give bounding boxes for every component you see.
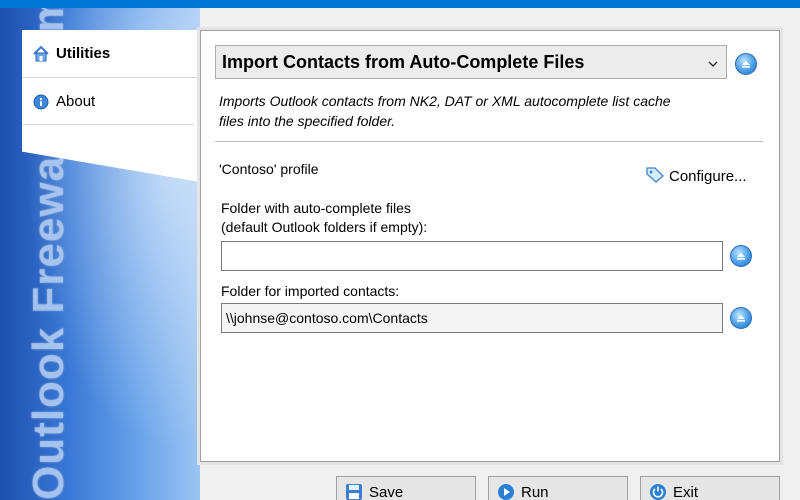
home-icon: [32, 45, 50, 63]
divider: [215, 141, 763, 142]
eject-icon: [737, 315, 745, 322]
description-line: files into the specified folder.: [219, 113, 396, 129]
tag-icon: [645, 165, 665, 187]
save-button[interactable]: Save: [336, 476, 476, 500]
configure-link[interactable]: Configure...: [645, 165, 747, 187]
sidebar-item-label: Utilities: [56, 45, 111, 62]
floppy-icon: [345, 483, 363, 500]
eject-icon: [737, 253, 745, 260]
action-dropdown[interactable]: Import Contacts from Auto-Complete Files: [215, 45, 727, 79]
play-icon: [497, 483, 515, 500]
action-panel: Import Contacts from Auto-Complete Files…: [200, 30, 780, 462]
run-label: Run: [521, 483, 549, 500]
window-titlebar-strip: [0, 0, 800, 8]
autocomplete-folder-input[interactable]: [221, 241, 723, 271]
chevron-down-icon: [706, 55, 720, 69]
sidebar-item-utilities[interactable]: Utilities: [22, 30, 200, 78]
browse-autocomplete-button[interactable]: [730, 245, 752, 267]
exit-label: Exit: [673, 483, 699, 500]
power-icon: [649, 483, 667, 500]
field-label-line: Folder with auto-complete files: [221, 200, 411, 216]
description-line: Imports Outlook contacts from NK2, DAT o…: [219, 93, 671, 109]
sidebar-item-label: About: [56, 93, 96, 110]
eject-icon: [742, 61, 750, 68]
sidebar-item-about[interactable]: About: [22, 79, 194, 125]
autocomplete-folder-label: Folder with auto-complete files (default…: [221, 199, 427, 237]
info-icon: [32, 93, 50, 111]
browse-contacts-button[interactable]: [730, 307, 752, 329]
collapse-up-button[interactable]: [735, 53, 757, 75]
contacts-folder-label: Folder for imported contacts:: [221, 283, 400, 299]
run-button[interactable]: Run: [488, 476, 628, 500]
field-label-line: (default Outlook folders if empty):: [221, 219, 428, 235]
exit-button[interactable]: Exit: [640, 476, 780, 500]
profile-label: 'Contoso' profile: [219, 161, 319, 177]
contacts-folder-input[interactable]: \\johnse@contoso.com\Contacts: [221, 303, 723, 333]
action-description: Imports Outlook contacts from NK2, DAT o…: [219, 91, 759, 131]
save-label: Save: [369, 483, 404, 500]
configure-label: Configure...: [669, 167, 747, 185]
action-dropdown-value: Import Contacts from Auto-Complete Files: [222, 51, 585, 72]
